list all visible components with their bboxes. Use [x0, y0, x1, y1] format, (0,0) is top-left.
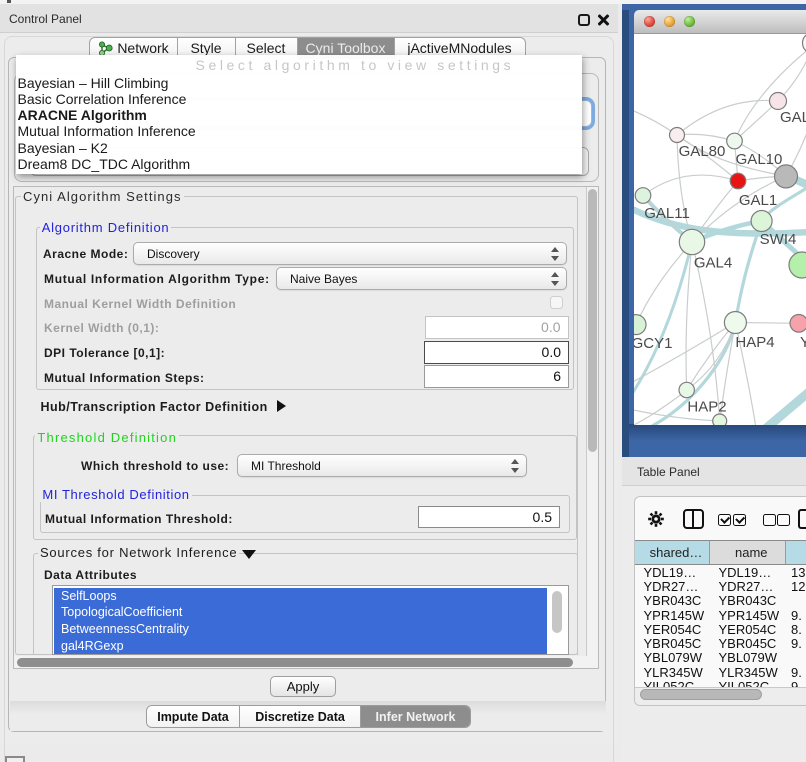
svg-text:SWI4: SWI4: [760, 231, 797, 248]
svg-text:GAL11: GAL11: [644, 205, 690, 222]
svg-text:HAP2: HAP2: [687, 398, 726, 415]
svg-text:Y: Y: [800, 334, 806, 351]
svg-text:GAL10: GAL10: [736, 151, 783, 168]
svg-text:GAL80: GAL80: [679, 143, 726, 160]
svg-text:GAL1: GAL1: [739, 192, 777, 209]
svg-text:GAL7: GAL7: [780, 109, 806, 126]
svg-text:GCY1: GCY1: [634, 335, 672, 352]
svg-text:HAP4: HAP4: [735, 334, 774, 351]
svg-text:GAL4: GAL4: [694, 254, 732, 271]
